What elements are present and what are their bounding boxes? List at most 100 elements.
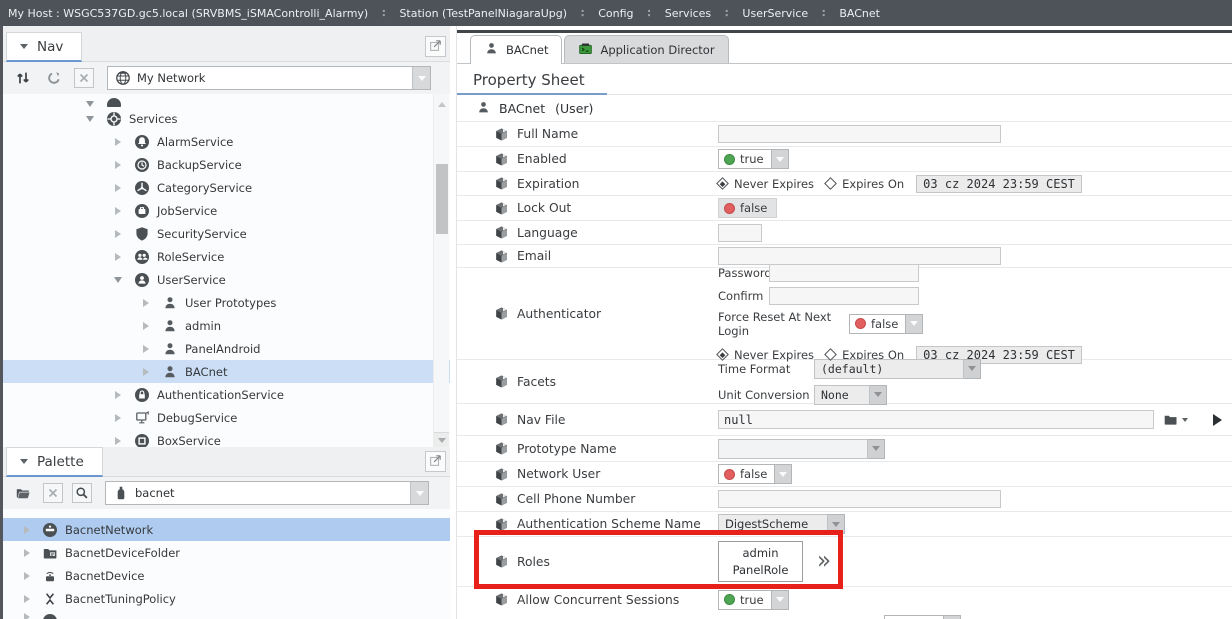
breadcrumb-item[interactable]: Config — [598, 7, 633, 20]
dropdown-arrow-icon[interactable] — [828, 514, 845, 534]
dropdown-arrow-icon[interactable] — [868, 439, 885, 459]
scroll-down-icon[interactable] — [434, 432, 449, 447]
palette-expand-panel-button[interactable] — [425, 451, 446, 472]
role-item[interactable]: admin — [742, 546, 778, 560]
full-name-input[interactable] — [718, 125, 1001, 143]
nav-panel-tab[interactable]: Nav — [6, 32, 82, 62]
role-item[interactable]: PanelRole — [733, 563, 789, 577]
breadcrumb-item[interactable]: BACnet — [839, 7, 880, 20]
nav-item-userservice[interactable]: UserService — [3, 268, 450, 291]
sort-icon[interactable] — [12, 67, 34, 89]
collapsed-arrow-icon[interactable] — [113, 230, 123, 238]
password-input[interactable] — [769, 264, 919, 282]
collapsed-arrow-icon[interactable] — [113, 161, 123, 169]
nav-file-input[interactable]: null — [718, 410, 1154, 429]
expanded-arrow-icon[interactable] — [113, 277, 123, 283]
dropdown-arrow-icon[interactable] — [410, 482, 428, 504]
scrollbar-thumb[interactable] — [436, 164, 448, 234]
partial-next-dropdown[interactable]: true — [884, 615, 961, 619]
nav-item-panelandroid[interactable]: PanelAndroid — [3, 337, 450, 360]
chevron-down-icon[interactable] — [1182, 418, 1188, 422]
open-arrow-icon[interactable] — [1213, 414, 1222, 426]
nav-scope-dropdown[interactable]: My Network — [107, 66, 431, 90]
enabled-dropdown[interactable]: true — [718, 149, 789, 169]
time-format-dropdown[interactable]: (default) — [814, 359, 981, 379]
concurrent-sessions-dropdown[interactable]: true — [718, 590, 789, 610]
dropdown-arrow-icon[interactable] — [944, 615, 961, 619]
search-icon[interactable] — [72, 483, 92, 503]
expiration-date-field[interactable]: 03 cz 2024 23:59 CEST — [916, 175, 1082, 193]
dropdown-arrow-icon[interactable] — [412, 67, 430, 89]
collapsed-arrow-icon[interactable] — [22, 595, 32, 603]
clear-icon[interactable] — [74, 68, 94, 88]
dropdown-arrow-icon[interactable] — [964, 359, 981, 379]
nav-item-categoryservice[interactable]: CategoryService — [3, 176, 450, 199]
breadcrumb-item[interactable]: Station (TestPanelNiagaraUpg) — [399, 7, 567, 20]
nav-item-user-prototypes[interactable]: User Prototypes — [3, 291, 450, 314]
expanded-arrow-icon[interactable] — [85, 116, 95, 122]
palette-item-partial[interactable] — [3, 613, 450, 619]
nav-item-bacnet[interactable]: BACnet — [3, 360, 450, 383]
nav-item-partial[interactable] — [3, 94, 450, 107]
auth-scheme-dropdown[interactable]: DigestScheme — [718, 514, 845, 534]
nav-item-roleservice[interactable]: RoleService — [3, 245, 450, 268]
collapsed-arrow-icon[interactable] — [141, 299, 151, 307]
nav-item-authenticationservice[interactable]: AuthenticationService — [3, 383, 450, 406]
open-palette-icon[interactable] — [12, 482, 34, 504]
network-user-dropdown[interactable]: false — [718, 464, 792, 484]
scroll-up-icon[interactable] — [438, 102, 446, 107]
expires-on-radio[interactable] — [824, 177, 837, 190]
nav-item-debugservice[interactable]: DebugService — [3, 406, 450, 429]
nav-item-services[interactable]: Services — [3, 107, 450, 130]
refresh-icon[interactable] — [43, 67, 65, 89]
collapsed-arrow-icon[interactable] — [113, 414, 123, 422]
collapsed-arrow-icon[interactable] — [113, 184, 123, 192]
dropdown-arrow-icon[interactable] — [775, 464, 792, 484]
cell-phone-input[interactable] — [718, 490, 1001, 508]
never-expires-radio[interactable] — [716, 177, 729, 190]
collapsed-arrow-icon[interactable] — [22, 572, 32, 580]
expanded-arrow-icon[interactable] — [85, 101, 95, 107]
nav-expand-panel-button[interactable] — [425, 36, 446, 57]
nav-item-securityservice[interactable]: SecurityService — [3, 222, 450, 245]
tab-bacnet[interactable]: BACnet — [470, 35, 562, 64]
roles-list[interactable]: admin PanelRole — [718, 541, 803, 582]
collapsed-arrow-icon[interactable] — [113, 207, 123, 215]
palette-item-bacnetdevicefolder[interactable]: BacnetDeviceFolder — [3, 541, 450, 564]
collapsed-arrow-icon[interactable] — [113, 391, 123, 399]
nav-item-alarmservice[interactable]: AlarmService — [3, 130, 450, 153]
collapsed-arrow-icon[interactable] — [113, 253, 123, 261]
palette-panel-tab[interactable]: Palette — [6, 447, 103, 477]
force-reset-dropdown[interactable]: false — [849, 314, 923, 334]
palette-item-bacnetnetwork[interactable]: BacnetNetwork — [3, 518, 450, 541]
collapsed-arrow-icon[interactable] — [113, 437, 123, 445]
nav-item-backupservice[interactable]: BackupService — [3, 153, 450, 176]
collapsed-arrow-icon[interactable] — [22, 549, 32, 557]
collapsed-arrow-icon[interactable] — [141, 345, 151, 353]
browse-folder-icon[interactable] — [1163, 412, 1178, 427]
language-input[interactable] — [718, 224, 762, 242]
close-palette-icon[interactable] — [43, 483, 63, 503]
breadcrumb-item[interactable]: Services — [665, 7, 711, 20]
prototype-name-dropdown[interactable] — [718, 439, 885, 459]
collapsed-arrow-icon[interactable] — [141, 322, 151, 330]
double-chevron-icon[interactable]: » — [817, 549, 831, 574]
palette-item-bacnettuningpolicy[interactable]: BacnetTuningPolicy — [3, 587, 450, 610]
collapsed-arrow-icon[interactable] — [113, 138, 123, 146]
dropdown-arrow-icon[interactable] — [772, 149, 789, 169]
tab-application-director[interactable]: Application Director — [564, 35, 728, 63]
nav-item-jobservice[interactable]: JobService — [3, 199, 450, 222]
dropdown-arrow-icon[interactable] — [906, 314, 923, 334]
nav-item-admin[interactable]: admin — [3, 314, 450, 337]
collapsed-arrow-icon[interactable] — [22, 613, 32, 619]
palette-item-bacnetdevice[interactable]: BacnetDevice — [3, 564, 450, 587]
confirm-input[interactable] — [769, 287, 919, 305]
dropdown-arrow-icon[interactable] — [772, 590, 789, 610]
email-input[interactable] — [718, 247, 1001, 265]
collapsed-arrow-icon[interactable] — [22, 526, 32, 534]
breadcrumb-item[interactable]: UserService — [742, 7, 808, 20]
nav-item-boxservice[interactable]: BoxService — [3, 429, 450, 447]
collapsed-arrow-icon[interactable] — [141, 368, 151, 376]
dropdown-arrow-icon[interactable] — [870, 385, 887, 405]
breadcrumb-item[interactable]: My Host : WSGC537GD.gc5.local (SRVBMS_iS… — [8, 7, 368, 20]
